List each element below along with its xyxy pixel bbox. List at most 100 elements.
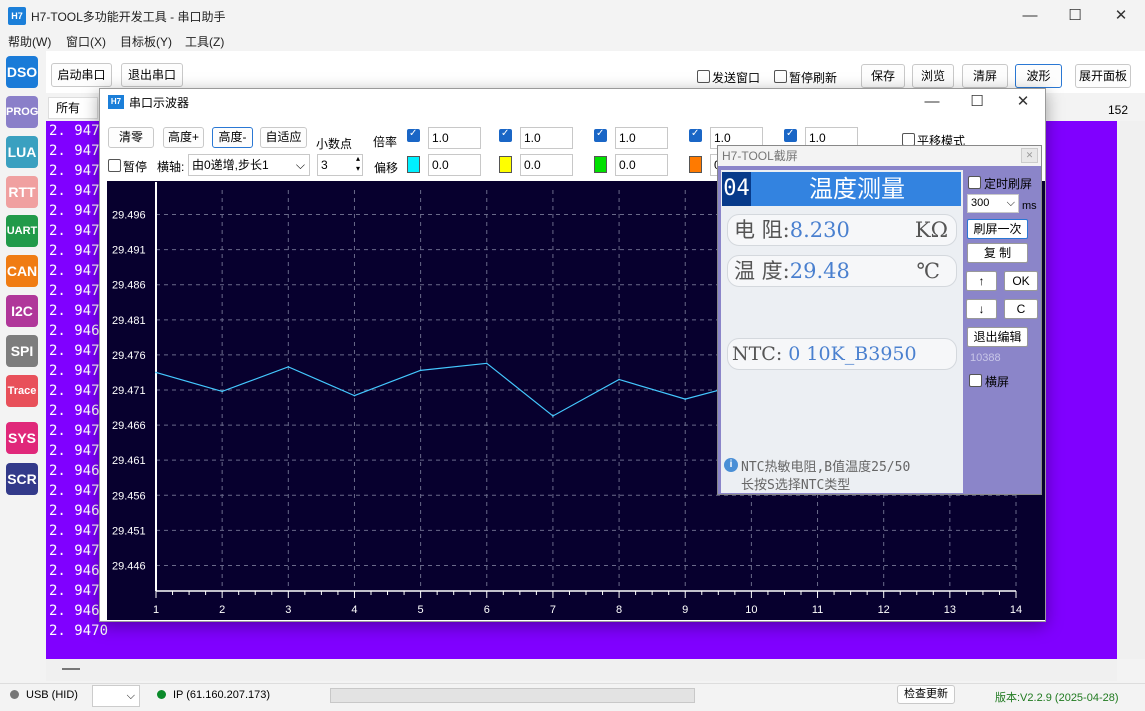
x-tick-label: 10 bbox=[745, 604, 757, 616]
menu-window[interactable]: 窗口(X) bbox=[66, 33, 106, 50]
close-button[interactable]: ✕ bbox=[1098, 0, 1144, 31]
channel-3-color-swatch[interactable] bbox=[594, 156, 607, 173]
down-button[interactable]: ↓ bbox=[966, 299, 997, 319]
haxis-select[interactable]: 由0递增,步长1 ⌵ bbox=[188, 154, 310, 176]
y-tick-label: 29.446 bbox=[112, 560, 146, 572]
c-button[interactable]: C bbox=[1004, 299, 1038, 319]
screenshot-title: H7-TOOL截屏 bbox=[718, 146, 1041, 166]
timer-refresh-checkbox[interactable] bbox=[968, 176, 981, 189]
scope-logo: H7 bbox=[108, 95, 124, 109]
menu-target[interactable]: 目标板(Y) bbox=[120, 33, 172, 50]
sidebar-can-button[interactable]: CAN bbox=[6, 255, 38, 287]
landscape-checkbox[interactable] bbox=[969, 374, 982, 387]
data-point bbox=[419, 369, 422, 372]
send-window-checkbox[interactable] bbox=[697, 70, 710, 83]
temperature-value: 29.48 bbox=[789, 259, 850, 283]
channel-4-color-swatch[interactable] bbox=[689, 156, 702, 173]
x-tick-label: 3 bbox=[285, 604, 291, 616]
sidebar-prog-button[interactable]: PROG bbox=[6, 96, 38, 128]
sidebar-scr-button[interactable]: SCR bbox=[6, 463, 38, 495]
screenshot-close-icon[interactable]: ✕ bbox=[1021, 148, 1038, 163]
channel-2-scale[interactable]: 1.0 bbox=[520, 127, 573, 149]
y-tick-label: 29.491 bbox=[112, 245, 146, 257]
channel-1-color-swatch[interactable] bbox=[407, 156, 420, 173]
copy-button[interactable]: 复 制 bbox=[967, 243, 1028, 263]
y-tick-label: 29.476 bbox=[112, 350, 146, 362]
channel-1-checkbox[interactable] bbox=[407, 128, 420, 142]
save-button[interactable]: 保存 bbox=[861, 64, 905, 88]
sidebar-dso-button[interactable]: DSO bbox=[6, 56, 38, 88]
channel-5-checkbox[interactable] bbox=[784, 128, 797, 142]
expand-panel-button[interactable]: 展开面板 bbox=[1075, 64, 1131, 88]
up-button[interactable]: ↑ bbox=[966, 271, 997, 291]
sidebar-i2c-button[interactable]: I2C bbox=[6, 295, 38, 327]
refresh-once-button[interactable]: 刷屏一次 bbox=[967, 219, 1028, 239]
tab-all[interactable]: 所有 bbox=[48, 97, 98, 119]
interval-value: 300 bbox=[971, 197, 990, 209]
x-tick-label: 2 bbox=[219, 604, 225, 616]
channel-4-checkbox[interactable] bbox=[689, 128, 702, 142]
x-tick-label: 5 bbox=[418, 604, 424, 616]
browse-button[interactable]: 浏览 bbox=[912, 64, 954, 88]
lcd-info-line2: 长按S选择NTC类型 bbox=[741, 478, 851, 493]
y-tick-label: 29.481 bbox=[112, 315, 146, 327]
channel-2-checkbox[interactable] bbox=[499, 128, 512, 142]
channel-3-offset[interactable]: 0.0 bbox=[615, 154, 668, 176]
wave-button[interactable]: 波形 bbox=[1015, 64, 1062, 88]
decimals-spinner[interactable]: 3 ▴ ▾ bbox=[317, 154, 363, 176]
sidebar-rtt-button[interactable]: RTT bbox=[6, 176, 38, 208]
pause-refresh-checkbox[interactable] bbox=[774, 70, 787, 83]
menu-tools[interactable]: 工具(Z) bbox=[185, 33, 224, 50]
channel-2-offset[interactable]: 0.0 bbox=[520, 154, 573, 176]
scope-close-button[interactable]: ✕ bbox=[1000, 88, 1046, 116]
height-plus-button[interactable]: 高度+ bbox=[163, 127, 204, 148]
vertical-scrollbar[interactable] bbox=[1117, 121, 1145, 659]
height-minus-button[interactable]: 高度- bbox=[212, 127, 253, 148]
exit-edit-button[interactable]: 退出编辑 bbox=[967, 327, 1028, 347]
scroll-thumb[interactable] bbox=[62, 668, 80, 670]
interval-select[interactable]: 300 ⌵ bbox=[967, 194, 1019, 213]
sidebar-spi-button[interactable]: SPI bbox=[6, 335, 38, 367]
x-tick-label: 6 bbox=[484, 604, 490, 616]
ok-button[interactable]: OK bbox=[1004, 271, 1038, 291]
channel-2-color-swatch[interactable] bbox=[499, 156, 512, 173]
open-port-button[interactable]: 启动串口 bbox=[51, 63, 112, 87]
lcd-resistance-row: 电 阻:8.230 KΩ bbox=[727, 214, 957, 246]
maximize-button[interactable]: ☐ bbox=[1052, 0, 1098, 31]
y-tick-label: 29.451 bbox=[112, 525, 146, 537]
sidebar-lua-button[interactable]: LUA bbox=[6, 136, 38, 168]
chevron-down-icon: ⌵ bbox=[1006, 197, 1015, 209]
ip-status-label: IP (61.160.207.173) bbox=[173, 689, 271, 701]
y-tick-label: 29.456 bbox=[112, 490, 146, 502]
channel-3-scale[interactable]: 1.0 bbox=[615, 127, 668, 149]
check-update-button[interactable]: 检查更新 bbox=[897, 685, 955, 704]
app-title: H7-TOOL多功能开发工具 - 串口助手 bbox=[31, 10, 226, 24]
info-icon: i bbox=[724, 458, 738, 472]
temperature-label: 温 度: bbox=[734, 259, 790, 283]
channel-1-offset[interactable]: 0.0 bbox=[428, 154, 481, 176]
lcd-page-number: 04 bbox=[722, 172, 751, 206]
sidebar-uart-button[interactable]: UART bbox=[6, 215, 38, 247]
auto-fit-button[interactable]: 自适应 bbox=[260, 127, 307, 148]
resistance-value: 8.230 bbox=[789, 218, 850, 242]
x-tick-label: 12 bbox=[878, 604, 890, 616]
clear-button[interactable]: 清屏 bbox=[962, 64, 1008, 88]
scope-title: 串口示波器 bbox=[129, 96, 190, 110]
timer-refresh-label: 定时刷屏 bbox=[984, 177, 1033, 191]
pause-checkbox[interactable] bbox=[108, 159, 121, 172]
close-port-button[interactable]: 退出串口 bbox=[121, 63, 183, 87]
y-tick-label: 29.466 bbox=[112, 420, 146, 432]
minimize-button[interactable]: — bbox=[1007, 0, 1053, 31]
zero-button[interactable]: 清零 bbox=[108, 127, 154, 148]
scope-maximize-button[interactable]: ☐ bbox=[954, 88, 1000, 116]
horizontal-scrollbar[interactable] bbox=[46, 659, 1117, 681]
sidebar-sys-button[interactable]: SYS bbox=[6, 422, 38, 454]
port-select[interactable]: ⌵ bbox=[92, 685, 140, 707]
channel-3-checkbox[interactable] bbox=[594, 128, 607, 142]
scope-minimize-button[interactable]: — bbox=[909, 88, 955, 116]
channel-1-scale[interactable]: 1.0 bbox=[428, 127, 481, 149]
send-window-label: 发送窗口 bbox=[712, 71, 761, 85]
pause-refresh-label: 暂停刷新 bbox=[789, 71, 838, 85]
sidebar-trace-button[interactable]: Trace bbox=[6, 375, 38, 407]
menu-help[interactable]: 帮助(W) bbox=[8, 33, 51, 50]
